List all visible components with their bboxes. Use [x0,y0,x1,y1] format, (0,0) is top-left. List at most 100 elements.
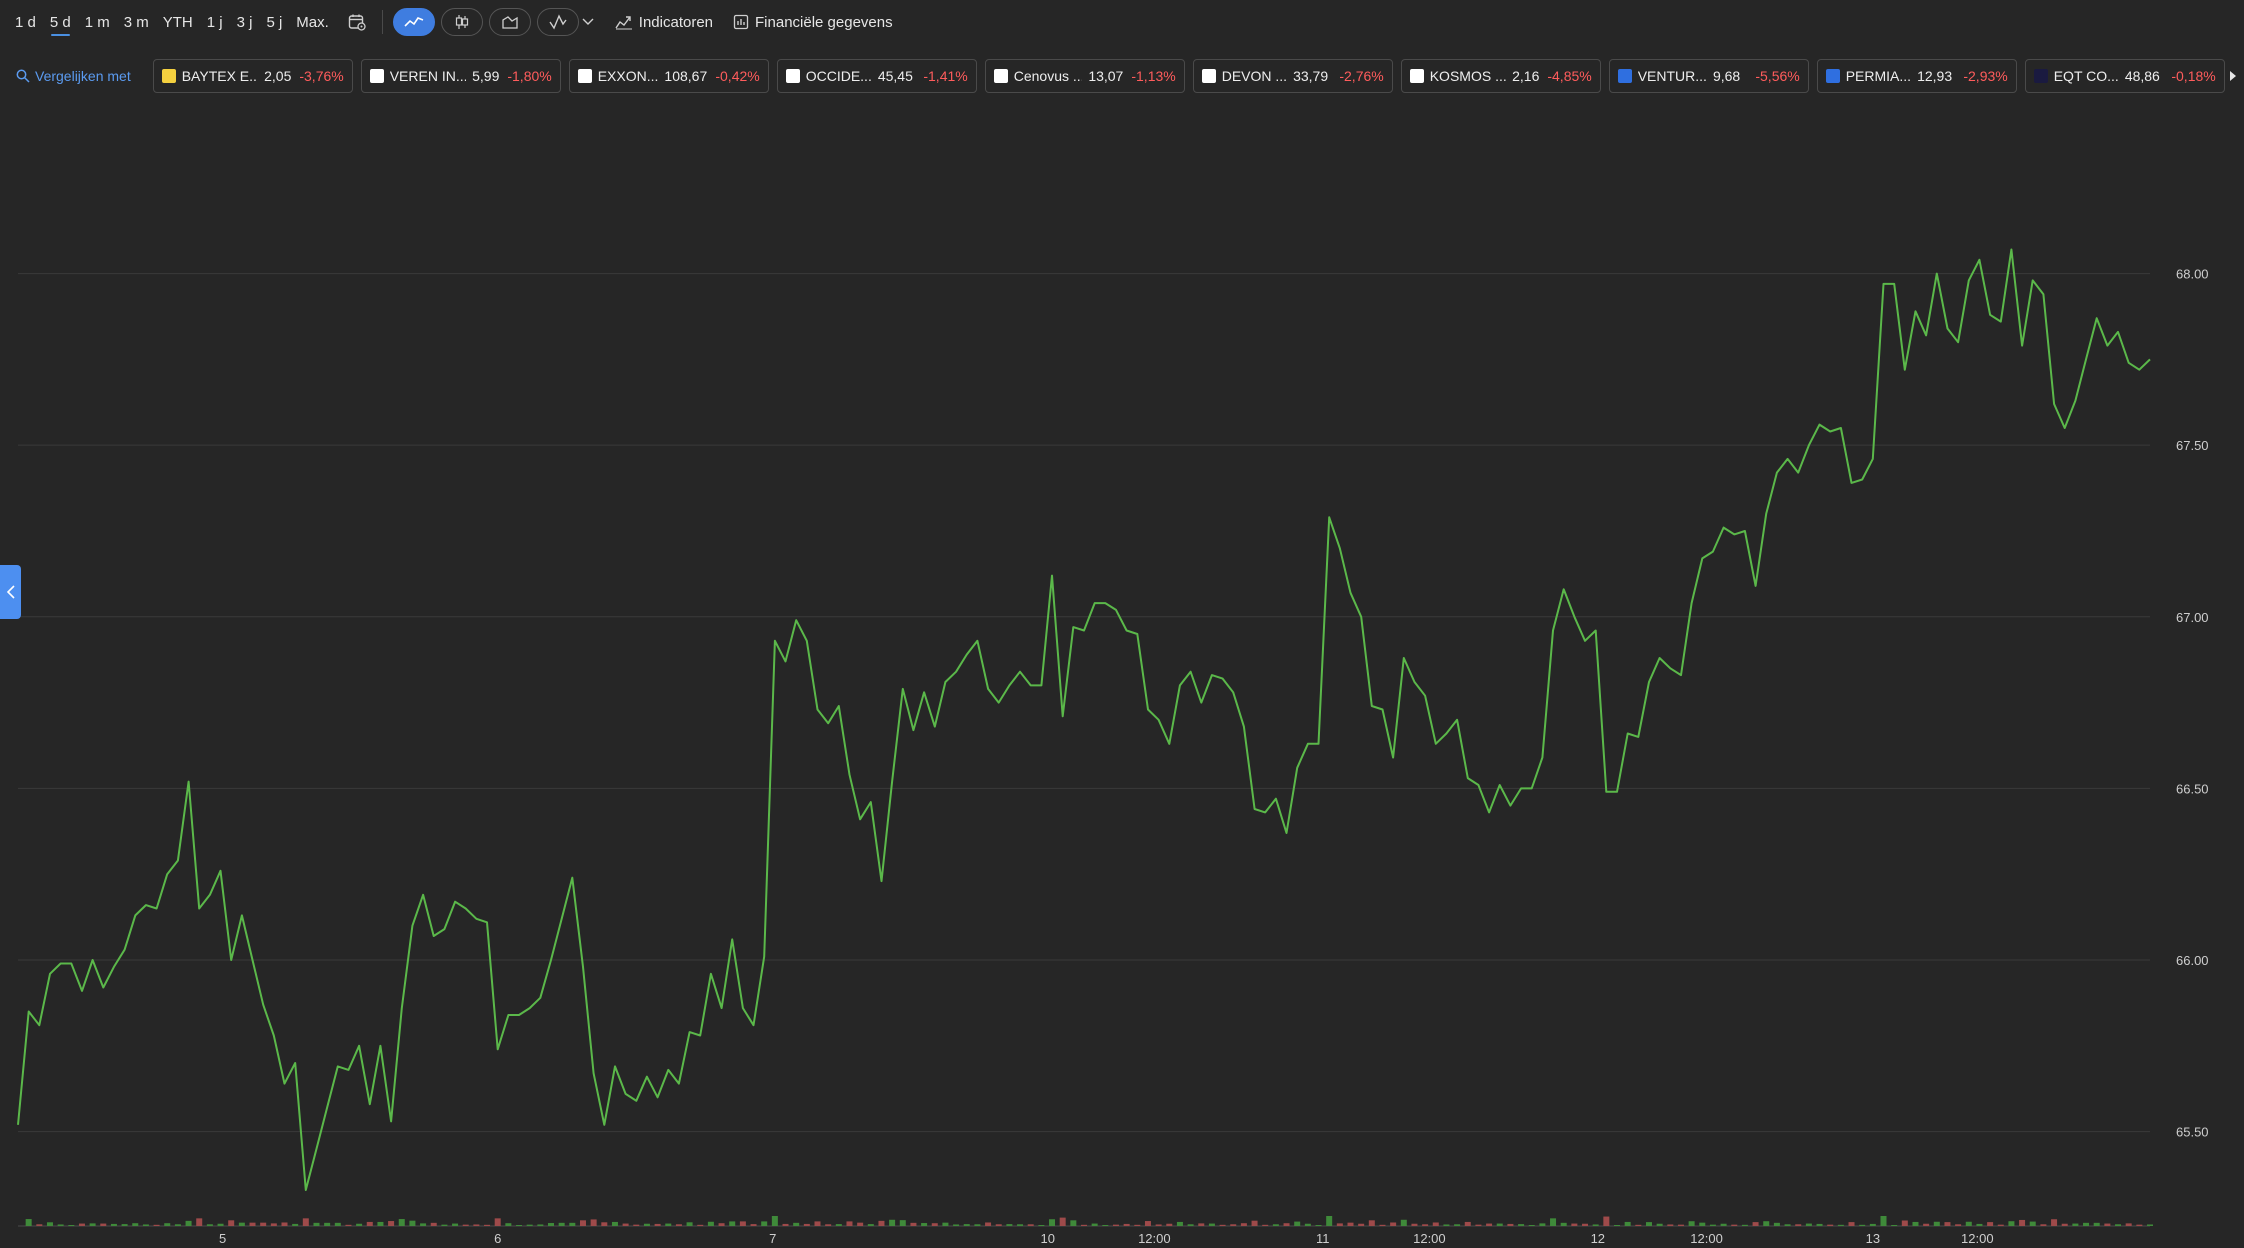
volume-bar [1709,1224,1716,1226]
volume-bar [430,1222,437,1226]
volume-bar [1091,1223,1098,1226]
volume-bar [1049,1219,1056,1226]
volume-bar [1081,1224,1087,1226]
volume-bar [2051,1219,2058,1226]
volume-bar [324,1222,331,1226]
volume-bar [718,1223,725,1226]
volume-bar [1571,1223,1578,1226]
volume-bar [1741,1224,1748,1226]
volume-bar [2125,1223,2132,1226]
volume-bar [537,1224,544,1226]
volume-bar [1560,1222,1567,1226]
volume-bar [36,1224,43,1226]
volume-bar [1454,1224,1461,1226]
volume-bar [878,1220,885,1226]
volume-bar [1720,1223,1727,1226]
volume-bar [633,1224,640,1226]
volume-bar [452,1223,459,1226]
volume-bar [1912,1221,1919,1226]
volume-bar [835,1224,842,1226]
volume-bar [1656,1223,1663,1226]
volume-bar [68,1225,75,1226]
volume-bar [611,1221,618,1226]
volume-bar [1773,1222,1780,1226]
volume-bar [1475,1224,1482,1226]
volume-bar [2104,1223,2111,1226]
x-tick-label: 11 [1316,1231,1330,1246]
volume-bar [1038,1225,1045,1226]
volume-bar [1272,1224,1279,1226]
volume-bar [366,1221,373,1226]
volume-bar [665,1223,672,1226]
volume-bar [1933,1221,1940,1226]
volume-bar [686,1222,693,1226]
volume-bar [2008,1221,2015,1226]
volume-bar [846,1221,853,1226]
volume-bar [739,1221,746,1226]
volume-bar [281,1222,288,1226]
volume-bar [1496,1223,1503,1226]
volume-bar [142,1224,149,1226]
volume-bar [1816,1223,1823,1226]
volume-bar [1752,1222,1759,1226]
volume-bar [89,1223,96,1226]
volume-bar [1869,1223,1876,1226]
volume-bar [1805,1223,1812,1226]
volume-bar [654,1223,661,1226]
volume-bar [899,1220,906,1226]
volume-bar [1422,1224,1429,1226]
volume-bar [1795,1224,1802,1226]
volume-bar [1635,1224,1642,1226]
volume-bar [302,1218,309,1226]
volume-bar [761,1221,768,1226]
y-tick-label: 67.50 [2176,438,2209,453]
volume-bar [1070,1220,1077,1226]
volume-bar [1464,1221,1471,1226]
x-tick-label: 6 [494,1231,501,1246]
volume-bar [889,1219,896,1226]
volume-bar [1059,1217,1066,1226]
volume-bar [260,1222,267,1226]
volume-bar [995,1224,1002,1226]
volume-bar [643,1223,650,1226]
side-panel-toggle[interactable] [0,565,21,619]
volume-bar [238,1222,245,1226]
volume-bar [1592,1224,1599,1226]
volume-bar [1347,1222,1354,1226]
volume-bar [2029,1221,2036,1226]
volume-bar [867,1224,874,1226]
volume-bar [579,1220,586,1226]
volume-bar [420,1223,427,1226]
volume-bar [1507,1223,1514,1226]
volume-bar [1443,1224,1450,1226]
x-tick-label: 12 [1591,1231,1605,1246]
volume-bar [1368,1220,1375,1226]
volume-bar [46,1222,53,1226]
volume-bar [1486,1223,1493,1226]
volume-bar [675,1224,682,1226]
volume-bar [1955,1224,1962,1226]
volume-bar [57,1224,64,1226]
volume-bar [1837,1224,1844,1226]
volume-bar [1944,1222,1951,1226]
volume-bar [1827,1224,1834,1226]
price-chart[interactable]: 68.00 67.50 67.00 66.50 66.00 65.50 5 6 7 10 12:0… [0,0,2244,1248]
volume-bar [782,1223,789,1226]
volume-bar [1379,1224,1386,1226]
volume-bar [409,1220,416,1226]
volume-bar [1667,1224,1674,1226]
volume-bar [1891,1225,1898,1226]
volume-bar [1326,1216,1333,1226]
volume-bar [174,1224,181,1226]
volume-bar [942,1222,949,1226]
volume-bar [1187,1224,1194,1226]
x-tick-label: 13 [1866,1231,1880,1246]
volume-bar [1763,1221,1770,1226]
x-tick-label: 10 [1041,1231,1055,1246]
volume-bar [985,1222,992,1226]
volume-bar [601,1222,608,1226]
volume-bar [356,1223,363,1226]
volume-bar [1880,1216,1887,1226]
volume-bar [377,1221,384,1226]
volume-bar [121,1224,128,1226]
